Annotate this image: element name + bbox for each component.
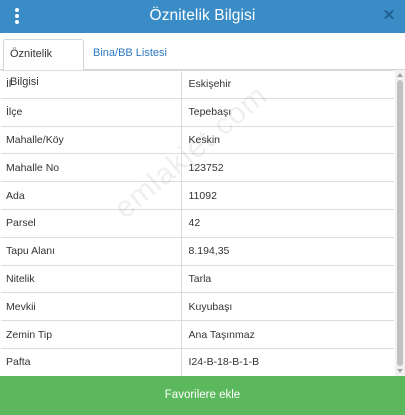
scroll-down-icon[interactable]: [397, 369, 403, 373]
table-row: Parsel 42: [1, 209, 394, 238]
attribute-table: İl Eskişehir İlçe Tepebaşı Mahalle/Köy K…: [1, 70, 394, 376]
attribute-value: Kuyubaşı: [181, 292, 394, 322]
attribute-key: İl: [1, 70, 182, 99]
add-favorites-button[interactable]: Favorilere ekle: [0, 376, 405, 415]
attribute-value: Keskin: [181, 126, 394, 155]
vertical-scrollbar[interactable]: [395, 70, 405, 376]
attribute-key: Tapu Alanı: [1, 237, 182, 266]
attribute-table-container: İl Eskişehir İlçe Tepebaşı Mahalle/Köy K…: [0, 70, 395, 376]
attribute-value: Ana Taşınmaz: [181, 320, 394, 349]
attribute-key: Nitelik: [1, 265, 182, 294]
table-row: Zemin Tip Ana Taşınmaz: [1, 320, 394, 349]
header-bar: Öznitelik Bilgisi ✕: [0, 0, 405, 33]
attribute-key: Mahalle No: [1, 153, 182, 183]
attribute-info-window: Öznitelik Bilgisi ✕ Öznitelik Bilgisi Bi…: [0, 0, 405, 415]
table-row: İlçe Tepebaşı: [1, 98, 394, 127]
attribute-value: I24-B-18-B-1-B: [181, 348, 394, 376]
table-row: Mahalle No 123752: [1, 153, 394, 183]
window-title: Öznitelik Bilgisi: [149, 7, 256, 24]
attribute-value: 8.194,35: [181, 237, 394, 266]
attribute-value: 11092: [181, 181, 394, 210]
attribute-value: 123752: [181, 153, 394, 183]
attribute-key: İlçe: [1, 98, 182, 127]
attribute-key: Pafta: [1, 348, 182, 376]
tab-attribute-info[interactable]: Öznitelik Bilgisi: [3, 39, 84, 88]
table-row: Pafta I24-B-18-B-1-B: [1, 348, 394, 376]
attribute-value: Eskişehir: [181, 70, 394, 99]
attribute-key: Zemin Tip: [1, 320, 182, 349]
table-row: Mahalle/Köy Keskin: [1, 126, 394, 155]
attribute-key: Mahalle/Köy: [1, 126, 182, 155]
tab-building-list[interactable]: Bina/BB Listesi: [87, 39, 173, 71]
tab-bar: Öznitelik Bilgisi Bina/BB Listesi: [0, 33, 405, 88]
table-row: Nitelik Tarla: [1, 265, 394, 294]
close-icon[interactable]: ✕: [382, 8, 396, 24]
attribute-key: Mevkii: [1, 292, 182, 322]
table-row: İl Eskişehir: [1, 70, 394, 99]
scrollbar-thumb[interactable]: [397, 80, 403, 366]
scroll-up-icon[interactable]: [397, 73, 403, 77]
table-row: Mevkii Kuyubaşı: [1, 292, 394, 322]
attribute-key: Parsel: [1, 209, 182, 238]
attribute-value: Tepebaşı: [181, 98, 394, 127]
attribute-key: Ada: [1, 181, 182, 210]
attribute-value: Tarla: [181, 265, 394, 294]
table-row: Ada 11092: [1, 181, 394, 210]
table-row: Tapu Alanı 8.194,35: [1, 237, 394, 266]
attribute-value: 42: [181, 209, 394, 238]
